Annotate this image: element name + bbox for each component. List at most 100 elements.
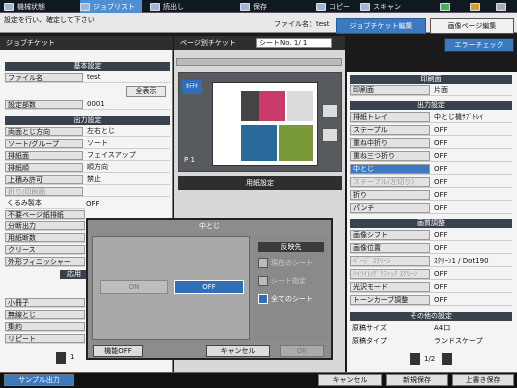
dialog-cancel-button[interactable]: キャンセル bbox=[206, 345, 270, 357]
section-output-settings: 出力設定 bbox=[5, 116, 170, 125]
section-image-quality: 画質調整 bbox=[350, 219, 512, 228]
cancel-button[interactable]: キャンセル bbox=[318, 374, 382, 386]
apply-all-sheets[interactable]: 全てのシート bbox=[258, 292, 326, 306]
row-copies[interactable]: 設定部数 0001 bbox=[5, 100, 170, 110]
row-tone-curve[interactable]: トーンカーブ調整 OFF bbox=[350, 295, 512, 306]
apply-target-title: 反映先 bbox=[258, 242, 324, 252]
overwrite-save-button[interactable]: 上書き保存 bbox=[452, 374, 514, 386]
row-gloss-mode[interactable]: 光沢モード OFF bbox=[350, 282, 512, 293]
eco-icon[interactable] bbox=[440, 0, 450, 13]
tab-job-list[interactable]: ジョブリスト bbox=[80, 0, 142, 13]
zoom-icon[interactable] bbox=[322, 128, 338, 142]
printer-icon bbox=[4, 2, 14, 11]
checkbox-icon bbox=[258, 258, 268, 268]
staple-tag: ﾎﾃﾁｷ bbox=[182, 80, 202, 94]
copy-icon bbox=[316, 2, 326, 11]
page-number: P 1 bbox=[184, 156, 195, 164]
row-punch[interactable]: パンチ OFF bbox=[350, 203, 512, 214]
folder-icon bbox=[150, 2, 160, 11]
right-page-indicator: 1/2 bbox=[424, 355, 436, 363]
paper-settings-header: 用紙設定 bbox=[178, 176, 342, 190]
row-filename[interactable]: ファイル名 test bbox=[5, 73, 170, 83]
row-output-tray[interactable]: 排紙トレイ 中とじ機ｻﾌﾞﾄﾚｲ bbox=[350, 112, 512, 123]
show-all-button[interactable]: 全表示 bbox=[126, 86, 166, 97]
row-split-output[interactable]: 分断出力 bbox=[5, 221, 85, 231]
row-crease[interactable]: クリース bbox=[5, 245, 85, 255]
row-unneeded-page-output[interactable]: 不要ページ紙排紙 bbox=[5, 210, 85, 220]
rotate-icon[interactable] bbox=[322, 104, 338, 118]
row-staple[interactable]: ステープル OFF bbox=[350, 125, 512, 136]
row-fold-print-side: 折り/印刷面 bbox=[5, 187, 170, 197]
section-basic-settings: 基本設定 bbox=[5, 62, 170, 71]
save-new-button[interactable]: 新規保存 bbox=[386, 374, 448, 386]
row-perfect-binding[interactable]: くるみ製本 bbox=[5, 199, 85, 209]
row-stacking-permit[interactable]: 上積み許可 禁止 bbox=[5, 175, 170, 185]
tab-job-ticket-edit[interactable]: ジョブチケット編集 bbox=[336, 18, 426, 34]
row-trimmer[interactable]: 外形フィニッシャー bbox=[5, 257, 85, 267]
right-page-next-icon[interactable] bbox=[442, 353, 452, 365]
apply-specified-sheet[interactable]: シート指定 bbox=[258, 274, 326, 288]
help-icon[interactable] bbox=[470, 0, 480, 13]
row-combine[interactable]: 集約 bbox=[5, 322, 85, 332]
sheet-slider[interactable] bbox=[176, 58, 342, 66]
row-sort-group[interactable]: ソート/グループ ソート bbox=[5, 139, 170, 149]
checkbox-checked-icon bbox=[258, 294, 268, 304]
section-application: 応用 bbox=[60, 270, 88, 279]
row-perfect-bind[interactable]: 無線とじ bbox=[5, 310, 85, 320]
section-output-right: 出力設定 bbox=[350, 101, 512, 110]
row-image-position[interactable]: 画像位置 OFF bbox=[350, 243, 512, 254]
row-multi-tri-fold[interactable]: 重ね三つ折り OFF bbox=[350, 151, 512, 162]
row-output-order[interactable]: 排紙順 順方向 bbox=[5, 163, 170, 173]
dialog-title: 中とじ bbox=[199, 222, 220, 230]
right-page-prev-icon[interactable] bbox=[410, 353, 420, 365]
scanner-icon bbox=[360, 2, 370, 11]
tab-save[interactable]: 保存 bbox=[240, 0, 267, 13]
row-image-shift[interactable]: 画像シフト OFF bbox=[350, 230, 512, 241]
row-booklet[interactable]: 小冊子 bbox=[5, 298, 85, 308]
photo-thumb-flower bbox=[259, 91, 285, 121]
photo-thumb-3 bbox=[279, 125, 313, 161]
left-page-indicator: 1 bbox=[70, 353, 75, 361]
tab-scan[interactable]: スキャン bbox=[360, 0, 401, 13]
row-print-side[interactable]: 印刷面 片面 bbox=[350, 85, 512, 96]
paper-preview bbox=[212, 82, 318, 166]
sheet-number-field[interactable]: シートNo. 1/ 1 bbox=[256, 38, 332, 48]
top-navigation-bar: 機械状態 ジョブリスト 読出し 保存 コピー スキャン bbox=[0, 0, 517, 13]
filename-display: ファイル名：test bbox=[274, 20, 330, 28]
off-button[interactable]: OFF bbox=[174, 280, 244, 294]
left-page-prev-icon[interactable] bbox=[56, 352, 66, 364]
row-duplex-binding[interactable]: 両面とじ方向 左右とじ bbox=[5, 127, 170, 137]
row-original-size: 原稿サイズ A4口 bbox=[352, 324, 451, 332]
tab-copy[interactable]: コピー bbox=[316, 0, 350, 13]
apply-current-sheet[interactable]: 現在のシート bbox=[258, 256, 326, 270]
row-paper-cut[interactable]: 用紙断数 bbox=[5, 233, 85, 243]
section-print-side: 印刷面 bbox=[350, 75, 512, 84]
row-multi-half-fold[interactable]: 重ね中折り OFF bbox=[350, 138, 512, 149]
tab-image-page-edit[interactable]: 画像ページ編集 bbox=[430, 18, 514, 34]
status-message: 設定を行い、確定して下さい bbox=[4, 16, 95, 24]
row-staple-left-cut: ステープル(左切り) OFF bbox=[350, 177, 512, 188]
row-highlight-screen: ﾊｲﾗｲﾄ/ｸﾞﾗﾌｨｯｸ ｽｸﾘｰﾝ OFF bbox=[350, 269, 512, 280]
row-page-screen: ﾍﾟｰｼﾞ ｽｸﾘｰﾝ ｽｸﾘｰﾝ1 / Dot190 bbox=[350, 256, 512, 267]
row-fold[interactable]: 折り OFF bbox=[350, 190, 512, 201]
sample-output-button[interactable]: サンプル出力 bbox=[4, 374, 74, 386]
power-icon[interactable] bbox=[496, 0, 506, 13]
list-icon bbox=[80, 2, 90, 11]
row-repeat[interactable]: リピート bbox=[5, 334, 85, 344]
tab-read[interactable]: 読出し bbox=[150, 0, 184, 13]
function-off-button[interactable]: 機能OFF bbox=[93, 345, 143, 357]
row-output-face[interactable]: 排紙面 フェイスアップ bbox=[5, 151, 170, 161]
photo-thumb-2 bbox=[241, 125, 277, 161]
checkbox-icon bbox=[258, 276, 268, 286]
dialog-ok-button[interactable]: OK bbox=[280, 345, 324, 357]
job-ticket-title: ジョブチケット bbox=[0, 36, 173, 50]
error-check-button[interactable]: エラーチェック bbox=[444, 38, 514, 52]
disk-icon bbox=[240, 2, 250, 11]
tab-machine-status[interactable]: 機械状態 bbox=[4, 0, 45, 13]
perfect-binding-value: OFF bbox=[86, 200, 100, 208]
photo-thumb-1 bbox=[241, 91, 259, 121]
section-other-settings: その他の設定 bbox=[350, 312, 512, 321]
row-saddle-stitch[interactable]: 中とじ OFF bbox=[350, 164, 512, 175]
row-original-type: 原稿タイプ ランドスケープ bbox=[352, 337, 483, 345]
on-button[interactable]: ON bbox=[100, 280, 168, 294]
